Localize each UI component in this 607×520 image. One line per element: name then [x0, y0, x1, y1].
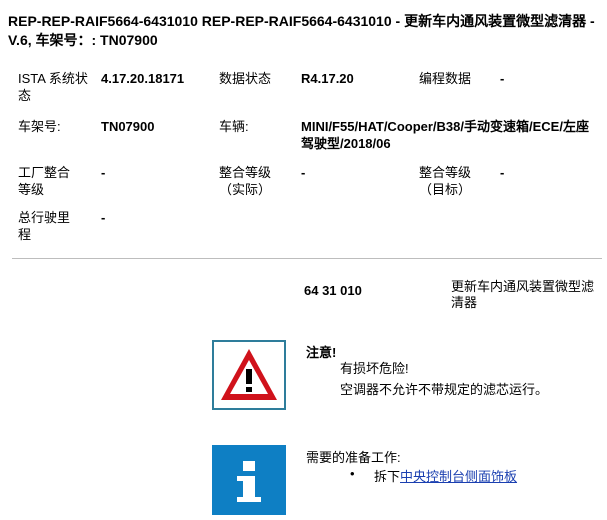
warning-line-2: 空调器不允许不带规定的滤芯运行。: [340, 382, 549, 397]
vehicle-value: MINI/F55/HAT/Cooper/B38/手动变速箱/ECE/左座驾驶型/…: [301, 119, 589, 151]
target-level-value: -: [500, 165, 505, 180]
ista-value: 4.17.20.18171: [101, 71, 185, 86]
target-level-label: 整合等级（目标）: [419, 165, 472, 197]
actual-level-value: -: [301, 165, 306, 180]
mileage-value: -: [101, 210, 106, 225]
warning-line-1: 有损坏危险!: [340, 361, 409, 376]
center-console-trim-link[interactable]: 中央控制台侧面饰板: [400, 469, 517, 484]
programming-label: 编程数据: [419, 71, 472, 86]
ista-label: ISTA 系统状态: [18, 71, 88, 103]
page-title: REP-REP-RAIF5664-6431010 REP-REP-RAIF566…: [8, 13, 595, 48]
vin-value: TN07900: [101, 119, 155, 134]
repair-number: 64 31 010: [304, 283, 362, 298]
actual-level-label: 整合等级（实际）: [219, 165, 272, 197]
preparation-item-prefix: 拆下: [374, 469, 401, 484]
factory-level-label: 工厂整合等级: [18, 165, 71, 197]
warning-triangle-icon: [212, 340, 286, 410]
vehicle-label: 车辆:: [219, 119, 249, 134]
mileage-label: 总行驶里程: [18, 210, 71, 242]
divider: [12, 258, 602, 259]
preparation-title: 需要的准备工作:: [306, 450, 401, 465]
vin-label: 车架号:: [18, 119, 61, 134]
programming-value: -: [500, 71, 505, 86]
data-status-label: 数据状态: [219, 71, 272, 86]
info-icon: [212, 445, 286, 515]
warning-title: 注意!: [306, 345, 337, 360]
repair-description: 更新车内通风装置微型滤清器: [451, 279, 595, 310]
data-status-value: R4.17.20: [301, 71, 354, 86]
bullet-dot: •: [350, 466, 355, 481]
factory-level-value: -: [101, 165, 106, 180]
